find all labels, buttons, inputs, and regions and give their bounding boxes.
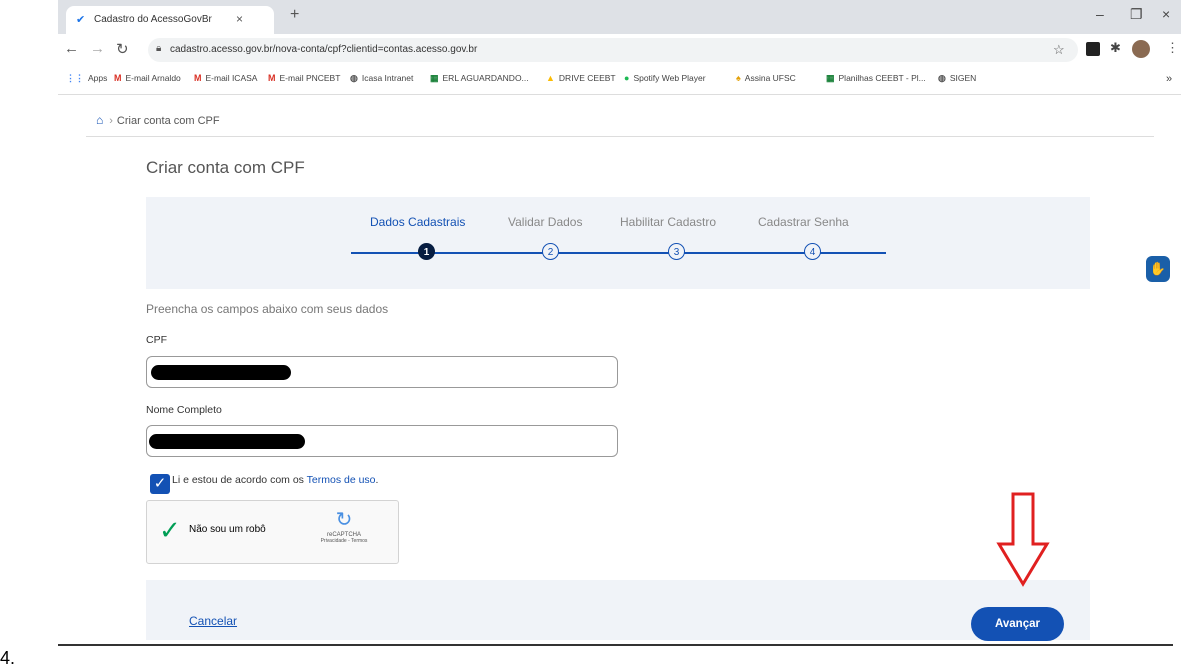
divider [58,644,1173,646]
step-4-indicator: 4 [804,243,821,260]
breadcrumb: ⌂ › Criar conta com CPF [96,113,220,127]
url-text[interactable]: cadastro.acesso.gov.br/nova-conta/cpf?cl… [170,44,477,55]
terms-checkbox[interactable]: ✓ [150,474,170,494]
step-2-indicator: 2 [542,243,559,260]
tab-title: Cadastro do AcessoGovBr [94,14,212,25]
step-3-indicator: 3 [668,243,685,260]
step-label-cadastrar-senha: Cadastrar Senha [758,215,849,229]
recaptcha-label: Não sou um robô [189,524,266,535]
forward-arrow-icon[interactable]: → [90,40,105,57]
breadcrumb-current: Criar conta com CPF [116,115,220,127]
browser-tab[interactable]: ✔ Cadastro do AcessoGovBr × [66,6,274,34]
chevron-right-icon: › [109,115,113,127]
bookmark-star-icon[interactable]: ☆ [1053,42,1065,58]
cpf-input[interactable] [146,356,618,388]
recaptcha-logo: ↻ reCAPTCHA Privacidade - Termos [319,507,369,544]
full-name-input[interactable] [146,425,618,457]
recaptcha-widget[interactable]: ✓ Não sou um robô ↻ reCAPTCHA Privacidad… [146,500,399,564]
puzzle-extensions-icon[interactable]: ✱ [1110,40,1121,56]
steps-panel: Dados Cadastrais Validar Dados Habilitar… [146,197,1090,289]
step-1-indicator: 1 [418,243,435,260]
globe-icon: ◍ [938,73,946,83]
gmail-icon: M [194,73,202,83]
divider [86,136,1154,137]
full-name-label: Nome Completo [146,404,222,416]
bookmark-item[interactable]: ● Spotify Web Player [624,73,706,83]
minimize-button[interactable]: – [1096,6,1104,22]
spotify-icon: ● [624,73,630,83]
close-window-button[interactable]: × [1162,6,1170,22]
advance-button[interactable]: Avançar [971,607,1064,641]
list-number: 4. [0,648,16,668]
gmail-icon: M [268,73,276,83]
kebab-menu-icon[interactable]: ⋮ [1166,40,1179,56]
bookmark-item[interactable]: ▦ ERL AGUARDANDO... [430,73,529,84]
gov-favicon-icon: ✔ [76,14,86,26]
step-label-validar-dados: Validar Dados [508,215,583,229]
bookmark-item[interactable]: M E-mail Arnaldo [114,73,181,83]
bookmark-item[interactable]: M E-mail ICASA [194,73,257,83]
bookmark-item[interactable]: ▦ Planilhas CEEBT - Pl... [826,73,926,84]
bookmarks-overflow-icon[interactable]: » [1166,73,1172,85]
page-title: Criar conta com CPF [146,158,305,177]
maximize-button[interactable]: ❐ [1130,6,1143,23]
avatar[interactable] [1132,40,1150,58]
redaction-mark [149,434,305,449]
cpf-label: CPF [146,334,167,346]
terms-of-use-link[interactable]: Termos de uso [307,474,376,486]
gmail-icon: M [114,73,122,83]
red-down-arrow-annotation [996,492,1050,587]
bookmarks-bar: ⋮⋮ Apps M E-mail Arnaldo M E-mail ICASA M E-… [58,66,1181,95]
back-arrow-icon[interactable]: ← [64,40,79,57]
sheets-icon: ▦ [826,73,835,83]
redaction-mark [151,365,291,380]
lock-icon: 🔒︎ [156,43,162,54]
bookmark-item[interactable]: ◍ Icasa Intranet [350,73,413,84]
terms-text: Li e estou de acordo com os Termos de us… [172,474,379,486]
sheets-icon: ▦ [430,73,439,83]
bookmark-item[interactable]: ◍ SIGEN [938,73,976,84]
form-instructions: Preencha os campos abaixo com seus dados [146,302,389,316]
step-label-dados-cadastrais: Dados Cadastrais [370,215,466,229]
bookmark-item[interactable]: ♠ Assina UFSC [736,73,796,83]
tab-close-icon[interactable]: × [236,12,243,26]
bookmark-item[interactable]: ▲ DRIVE CEEBT [546,73,616,83]
apps-icon: ⋮⋮ [66,73,84,83]
recaptcha-icon: ↻ [335,509,353,531]
recaptcha-privacy[interactable]: Privacidade - Termos [319,538,369,544]
step-label-habilitar-cadastro: Habilitar Cadastro [620,215,717,229]
new-tab-button[interactable]: + [290,6,299,24]
globe-icon: ◍ [350,73,358,83]
assina-icon: ♠ [736,73,741,83]
reload-icon[interactable]: ↻ [116,40,129,58]
pdf-extension-icon[interactable] [1086,42,1100,56]
drive-icon: ▲ [546,73,555,83]
accessibility-widget-icon[interactable]: ✋ [1146,256,1170,282]
bookmark-item[interactable]: ⋮⋮ Apps [66,73,107,84]
address-bar[interactable]: 🔒︎ cadastro.acesso.gov.br/nova-conta/cpf… [148,38,1078,62]
bookmark-item[interactable]: M E-mail PNCEBT [268,73,340,83]
check-icon[interactable]: ✓ [159,515,181,546]
cancel-link[interactable]: Cancelar [189,614,237,628]
form-footer [146,580,1090,640]
home-icon[interactable]: ⌂ [96,113,103,127]
